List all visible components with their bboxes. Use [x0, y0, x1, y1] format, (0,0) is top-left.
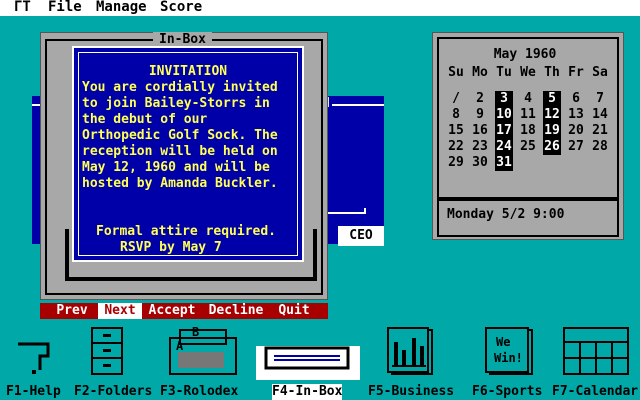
message-action-bar: Prev Next Accept Decline Quit: [40, 303, 328, 319]
calendar-day[interactable]: 9: [471, 107, 489, 123]
business-chart-icon[interactable]: [386, 326, 438, 376]
message-footer-line: Formal attire required.: [96, 224, 277, 239]
f5-business-label[interactable]: F5-Business: [368, 384, 454, 400]
message-line: May 12, 1960 and will be: [82, 160, 270, 175]
calendar-day[interactable]: 31: [495, 155, 513, 171]
message-line: to join Bailey-Storrs in: [82, 96, 270, 111]
message-line: Orthopedic Golf Sock. The: [82, 128, 278, 143]
calendar-month: May 1960: [493, 47, 557, 62]
weekday-header: Th: [544, 65, 560, 80]
calendar-day[interactable]: 20: [567, 123, 585, 139]
calendar-day[interactable]: 27: [567, 139, 585, 155]
inbox-tray-icon[interactable]: [262, 326, 352, 376]
filing-cabinet-icon[interactable]: [90, 326, 126, 376]
calendar-day[interactable]: 3: [495, 91, 513, 107]
invitation-message: INVITATION You are cordially invited to …: [72, 46, 304, 262]
calendar-day[interactable]: 7: [591, 91, 609, 107]
calendar-day[interactable]: /: [447, 91, 465, 107]
calendar-day[interactable]: 15: [447, 123, 465, 139]
calendar-day[interactable]: 18: [519, 123, 537, 139]
calendar-day[interactable]: 21: [591, 123, 609, 139]
calendar-day[interactable]: 5: [543, 91, 561, 107]
calendar-grid-icon[interactable]: [562, 326, 630, 376]
message-line: hosted by Amanda Buckler.: [82, 176, 278, 191]
ceo-button[interactable]: CEO: [338, 226, 384, 246]
weekday-header: Mo: [472, 65, 488, 80]
weekday-header: We: [520, 65, 536, 80]
calendar-day[interactable]: 6: [567, 91, 585, 107]
message-heading: INVITATION: [148, 64, 228, 79]
date-time-status: Monday 5/2 9:00: [447, 207, 565, 222]
sports-news-icon[interactable]: We Win!: [484, 326, 536, 376]
weekday-header: Su: [448, 65, 464, 80]
calendar-day[interactable]: 22: [447, 139, 465, 155]
calendar-day[interactable]: 16: [471, 123, 489, 139]
rolodex-icon[interactable]: B A: [168, 326, 240, 376]
calendar-day[interactable]: 11: [519, 107, 537, 123]
calendar-day[interactable]: 28: [591, 139, 609, 155]
calendar-day[interactable]: 24: [495, 139, 513, 155]
help-icon[interactable]: [14, 326, 54, 376]
menu-manage[interactable]: Manage: [96, 0, 147, 16]
menu-file[interactable]: File: [48, 0, 82, 16]
decor-corner: [328, 208, 366, 214]
calendar-day[interactable]: 4: [519, 91, 537, 107]
f4-inbox-label[interactable]: F4-In-Box: [272, 384, 343, 400]
message-line: reception will be held on: [82, 144, 278, 159]
calendar-day[interactable]: 23: [471, 139, 489, 155]
f2-folders-label[interactable]: F2-Folders: [74, 384, 152, 400]
calendar-day[interactable]: 10: [495, 107, 513, 123]
calendar-day[interactable]: 17: [495, 123, 513, 139]
weekday-header: Sa: [592, 65, 608, 80]
sports-headline-line: Win!: [494, 351, 523, 365]
calendar-day[interactable]: 2: [471, 91, 489, 107]
rolodex-tab-a: A: [176, 339, 184, 353]
calendar-day[interactable]: 8: [447, 107, 465, 123]
prev-button[interactable]: Prev: [50, 303, 94, 319]
calendar-day[interactable]: 14: [591, 107, 609, 123]
f6-sports-label[interactable]: F6-Sports: [472, 384, 542, 400]
calendar-day[interactable]: 13: [567, 107, 585, 123]
f3-rolodex-label[interactable]: F3-Rolodex: [160, 384, 238, 400]
weekday-header: Fr: [568, 65, 584, 80]
decline-button[interactable]: Decline: [204, 303, 268, 319]
menu-score[interactable]: Score: [160, 0, 202, 16]
app-logo: ГT: [14, 0, 31, 15]
calendar-day[interactable]: 19: [543, 123, 561, 139]
calendar-day[interactable]: 29: [447, 155, 465, 171]
message-line: the debut of our: [82, 112, 208, 127]
quit-button[interactable]: Quit: [274, 303, 314, 319]
f7-calendar-label[interactable]: F7-Calendar: [552, 384, 638, 400]
menu-bar: ГT File Manage Score: [0, 0, 640, 16]
calendar-panel: May 1960 Su Mo Tu We Th Fr Sa /2 3 4 5 6 7 8 9 10 11 12 1…: [432, 32, 624, 240]
sports-headline-line: We: [496, 335, 510, 349]
weekday-header: Tu: [496, 65, 512, 80]
f1-help-label[interactable]: F1-Help: [6, 384, 61, 400]
calendar-day[interactable]: 30: [471, 155, 489, 171]
calendar-day[interactable]: 25: [519, 139, 537, 155]
message-line: You are cordially invited: [82, 80, 278, 95]
accept-button[interactable]: Accept: [144, 303, 200, 319]
next-button[interactable]: Next: [98, 303, 142, 319]
calendar-day[interactable]: 26: [543, 139, 561, 155]
message-footer-line: RSVP by May 7: [120, 240, 222, 255]
calendar-day[interactable]: 12: [543, 107, 561, 123]
